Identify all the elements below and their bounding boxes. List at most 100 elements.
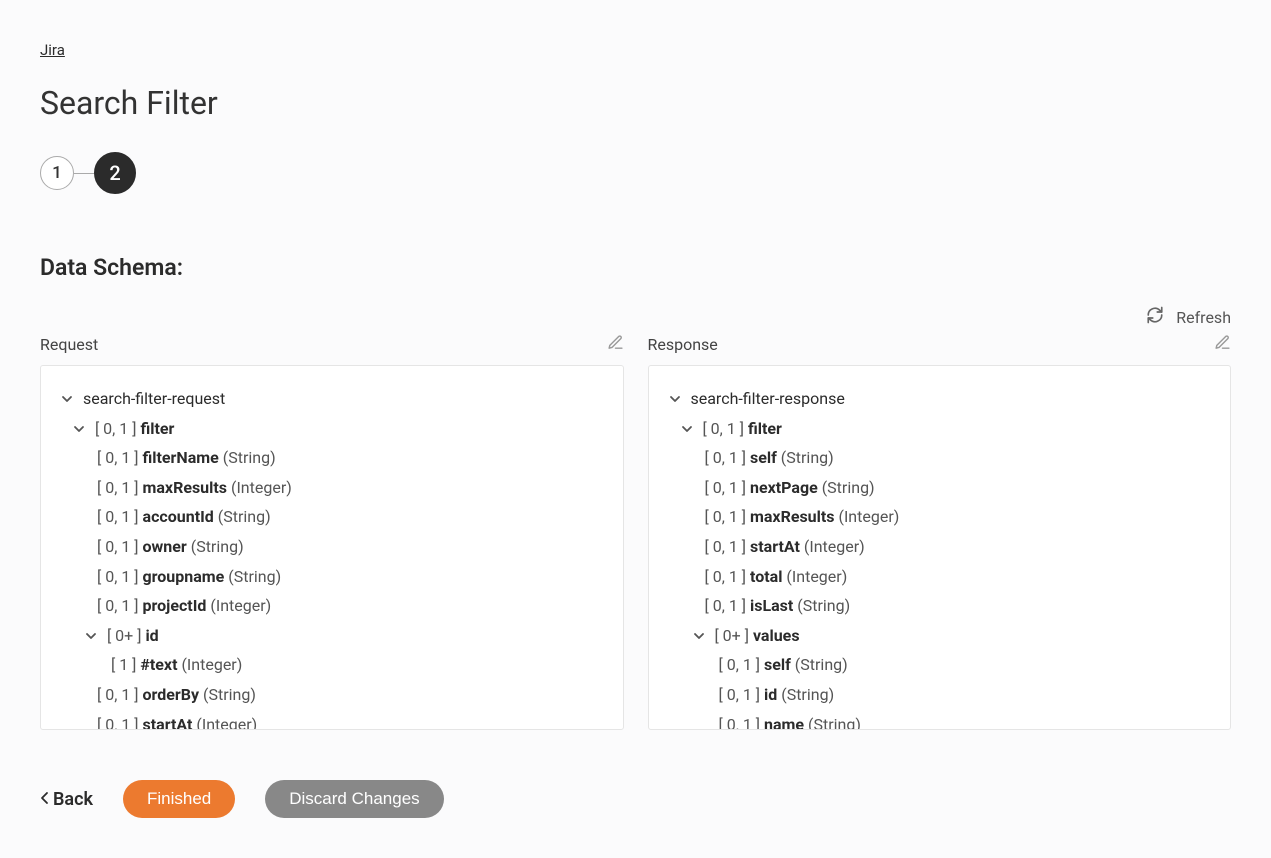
step-2[interactable]: 2 (94, 152, 136, 194)
field-type: (String) (797, 596, 850, 615)
tree-leaf[interactable]: [ 0, 1 ] projectId (Integer) (97, 591, 605, 621)
cardinality: [ 0, 1 ] (705, 567, 747, 586)
field-name: self (764, 655, 791, 674)
field-type: (String) (781, 685, 834, 704)
node-name[interactable]: filter (748, 419, 782, 438)
tree-leaf[interactable]: [ 0, 1 ] filterName (String) (97, 443, 605, 473)
tree-leaf[interactable]: [ 0, 1 ] startAt (Integer) (97, 710, 605, 729)
tree-leaf[interactable]: [ 0, 1 ] maxResults (Integer) (705, 502, 1213, 532)
cardinality: [ 0, 1 ] (719, 715, 761, 729)
field-type: (String) (781, 448, 834, 467)
field-type: (Integer) (196, 715, 257, 729)
page-title: Search Filter (40, 84, 1231, 122)
chevron-down-icon[interactable] (83, 622, 99, 652)
tree-leaf[interactable]: [ 0, 1 ] id (String) (719, 680, 1213, 710)
cardinality: [ 0, 1 ] (705, 537, 747, 556)
tree-leaf[interactable]: [ 0, 1 ] owner (String) (97, 532, 605, 562)
field-name: startAt (750, 537, 800, 556)
back-label: Back (53, 789, 93, 810)
tree-leaf[interactable]: [ 0, 1 ] startAt (Integer) (705, 532, 1213, 562)
field-name: maxResults (750, 507, 835, 526)
field-name: accountId (143, 507, 214, 526)
node-name[interactable]: id (145, 626, 158, 645)
field-name: orderBy (143, 685, 200, 704)
chevron-down-icon[interactable] (679, 415, 695, 445)
cardinality: [ 0, 1 ] (97, 715, 139, 729)
chevron-down-icon[interactable] (71, 415, 87, 445)
tree-leaf[interactable]: [ 0, 1 ] accountId (String) (97, 502, 605, 532)
chevron-down-icon[interactable] (691, 622, 707, 652)
cardinality: [ 0, 1 ] (705, 596, 747, 615)
field-type: (Integer) (838, 507, 899, 526)
breadcrumb-jira[interactable]: Jira (40, 41, 65, 59)
field-type: (String) (795, 655, 848, 674)
cardinality: [ 0, 1 ] (97, 596, 139, 615)
back-button[interactable]: Back (40, 789, 93, 810)
tree-leaf[interactable]: [ 0, 1 ] total (Integer) (705, 562, 1213, 592)
field-name: self (750, 448, 777, 467)
node-name[interactable]: values (753, 626, 800, 645)
cardinality: [ 0, 1 ] (719, 655, 761, 674)
response-label: Response (648, 335, 718, 354)
field-type: (Integer) (231, 478, 292, 497)
chevron-down-icon[interactable] (59, 385, 75, 415)
section-title: Data Schema: (40, 254, 1231, 281)
cardinality: [ 0, 1 ] (97, 537, 139, 556)
cardinality: [ 0+ ] (107, 626, 142, 645)
step-connector (74, 173, 94, 174)
refresh-button[interactable]: Refresh (40, 306, 1231, 328)
chevron-left-icon (40, 789, 49, 810)
cardinality: [ 0, 1 ] (705, 507, 747, 526)
response-panel: search-filter-response [ 0, 1 ] filter [… (648, 365, 1232, 730)
tree-leaf[interactable]: [ 0, 1 ] self (String) (705, 443, 1213, 473)
field-name: projectId (143, 596, 207, 615)
field-type: (String) (191, 537, 244, 556)
request-panel: search-filter-request [ 0, 1 ] filter [ … (40, 365, 624, 730)
chevron-down-icon[interactable] (667, 385, 683, 415)
node-name[interactable]: filter (140, 419, 174, 438)
field-name: nextPage (750, 478, 818, 497)
request-label: Request (40, 335, 98, 354)
field-type: (String) (203, 685, 256, 704)
field-name: id (764, 685, 777, 704)
cardinality: [ 0, 1 ] (97, 478, 139, 497)
field-type: (String) (218, 507, 271, 526)
stepper: 1 2 (40, 152, 1231, 194)
request-column: Request search-filter-request [ 0, 1 ] f… (40, 334, 624, 730)
tree-leaf[interactable]: [ 0, 1 ] groupname (String) (97, 562, 605, 592)
field-name: maxResults (143, 478, 228, 497)
tree-leaf[interactable]: [ 0, 1 ] nextPage (String) (705, 473, 1213, 503)
field-type: (String) (822, 478, 875, 497)
edit-response-icon[interactable] (1214, 334, 1231, 355)
cardinality: [ 0, 1 ] (97, 448, 139, 467)
cardinality: [ 1 ] (111, 655, 136, 674)
tree-root-label[interactable]: search-filter-request (83, 389, 225, 408)
field-type: (Integer) (804, 537, 865, 556)
field-name: isLast (750, 596, 793, 615)
tree-leaf[interactable]: [ 1 ] #text (Integer) (111, 650, 605, 680)
cardinality: [ 0, 1 ] (705, 448, 747, 467)
cardinality: [ 0, 1 ] (97, 685, 139, 704)
cardinality: [ 0, 1 ] (702, 419, 744, 438)
field-type: (String) (228, 567, 281, 586)
tree-leaf[interactable]: [ 0, 1 ] maxResults (Integer) (97, 473, 605, 503)
tree-leaf[interactable]: [ 0, 1 ] name (String) (719, 710, 1213, 729)
field-name: #text (140, 655, 177, 674)
tree-leaf[interactable]: [ 0, 1 ] self (String) (719, 650, 1213, 680)
field-type: (String) (223, 448, 276, 467)
edit-request-icon[interactable] (607, 334, 624, 355)
field-name: total (750, 567, 782, 586)
cardinality: [ 0+ ] (714, 626, 749, 645)
tree-leaf[interactable]: [ 0, 1 ] isLast (String) (705, 591, 1213, 621)
field-type: (String) (808, 715, 861, 729)
tree-leaf[interactable]: [ 0, 1 ] orderBy (String) (97, 680, 605, 710)
cardinality: [ 0, 1 ] (705, 478, 747, 497)
cardinality: [ 0, 1 ] (719, 685, 761, 704)
discard-button[interactable]: Discard Changes (265, 780, 443, 818)
field-type: (Integer) (181, 655, 242, 674)
field-name: startAt (143, 715, 193, 729)
field-name: name (764, 715, 804, 729)
finished-button[interactable]: Finished (123, 780, 235, 818)
tree-root-label[interactable]: search-filter-response (690, 389, 844, 408)
step-1[interactable]: 1 (40, 156, 74, 190)
